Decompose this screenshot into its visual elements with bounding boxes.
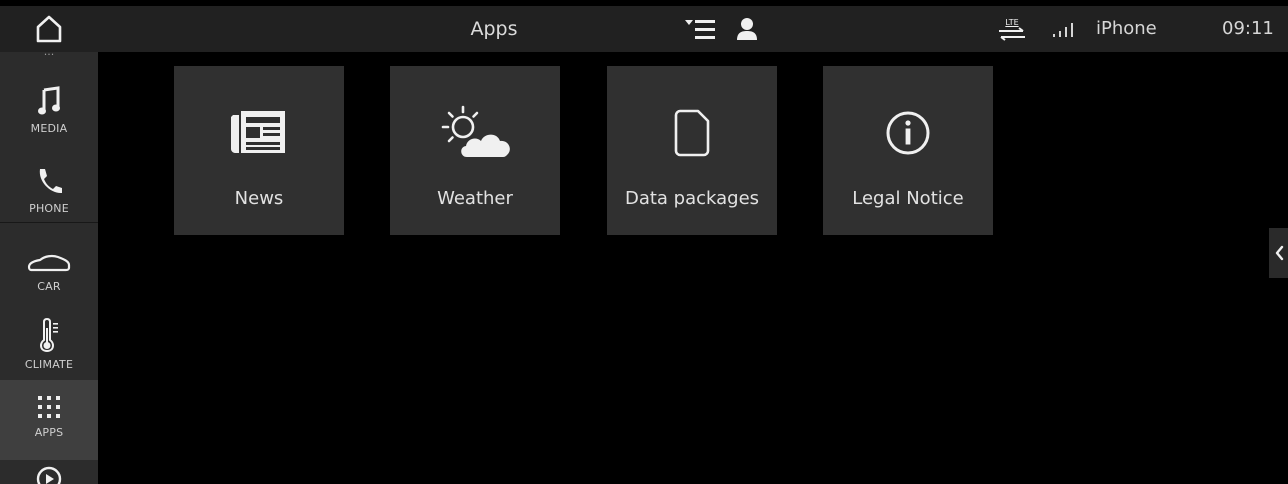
sidebar-item-media[interactable]: MEDIA: [0, 76, 98, 156]
clock: 09:11: [1222, 18, 1274, 39]
sidebar-item-label: CAR: [37, 280, 61, 293]
profile-button[interactable]: [735, 6, 759, 52]
music-note-icon: [38, 86, 60, 115]
sidebar-item-partial-label: ···: [43, 52, 55, 61]
menu-list-button[interactable]: [683, 6, 717, 52]
page-title: Apps: [470, 18, 518, 40]
side-panel-handle[interactable]: [1269, 228, 1288, 278]
tile-label: Weather: [437, 188, 513, 209]
sidebar-item-apps[interactable]: APPS: [0, 380, 98, 460]
sidebar-item-label: PHONE: [29, 202, 69, 215]
sidebar-divider: [0, 222, 98, 223]
car-icon: [27, 254, 71, 272]
document-icon: [674, 109, 710, 157]
sidebar-item-phone[interactable]: PHONE: [0, 156, 98, 236]
home-icon: [36, 15, 62, 43]
sidebar-item-label: MEDIA: [30, 122, 68, 135]
sidebar-item-label: APPS: [34, 426, 64, 439]
tile-label: Legal Notice: [852, 188, 964, 209]
play-icon: [36, 466, 62, 484]
tile-legal-notice[interactable]: Legal Notice: [823, 66, 993, 235]
sidebar-item-label: CLIMATE: [24, 358, 74, 371]
chevron-left-icon: [1275, 245, 1283, 261]
info-icon: [886, 111, 930, 155]
tile-data-packages[interactable]: Data packages: [607, 66, 777, 235]
status-bar: Apps LTE iPhone 09:11: [0, 6, 1288, 52]
person-icon: [737, 18, 757, 40]
tile-label: Data packages: [624, 188, 760, 209]
signal-strength: [1051, 6, 1079, 52]
apps-grid-icon: [38, 396, 60, 418]
data-transfer-icon: [999, 26, 1025, 41]
menu-list-icon: [685, 20, 715, 39]
tile-label: News: [234, 188, 284, 209]
phone-icon: [39, 169, 62, 194]
lte-indicator: LTE: [997, 6, 1027, 52]
news-icon: [231, 111, 285, 153]
sidebar-item-play[interactable]: [0, 460, 98, 484]
sidebar: ··· MEDIA PHONE CAR CLIMATE APPS: [0, 52, 98, 484]
sidebar-item-car[interactable]: CAR: [0, 234, 98, 314]
tile-news[interactable]: News: [174, 66, 344, 235]
tile-weather[interactable]: Weather: [390, 66, 560, 235]
screen: Apps LTE iPhone 09:11 ··· MEDIA PHONE CA…: [0, 0, 1288, 484]
thermometer-icon: [39, 318, 58, 352]
home-button[interactable]: [0, 6, 98, 52]
signal-bars-icon: [1053, 23, 1073, 37]
lte-label: LTE: [1005, 17, 1019, 27]
device-name: iPhone: [1096, 18, 1157, 39]
weather-icon: [441, 105, 510, 157]
